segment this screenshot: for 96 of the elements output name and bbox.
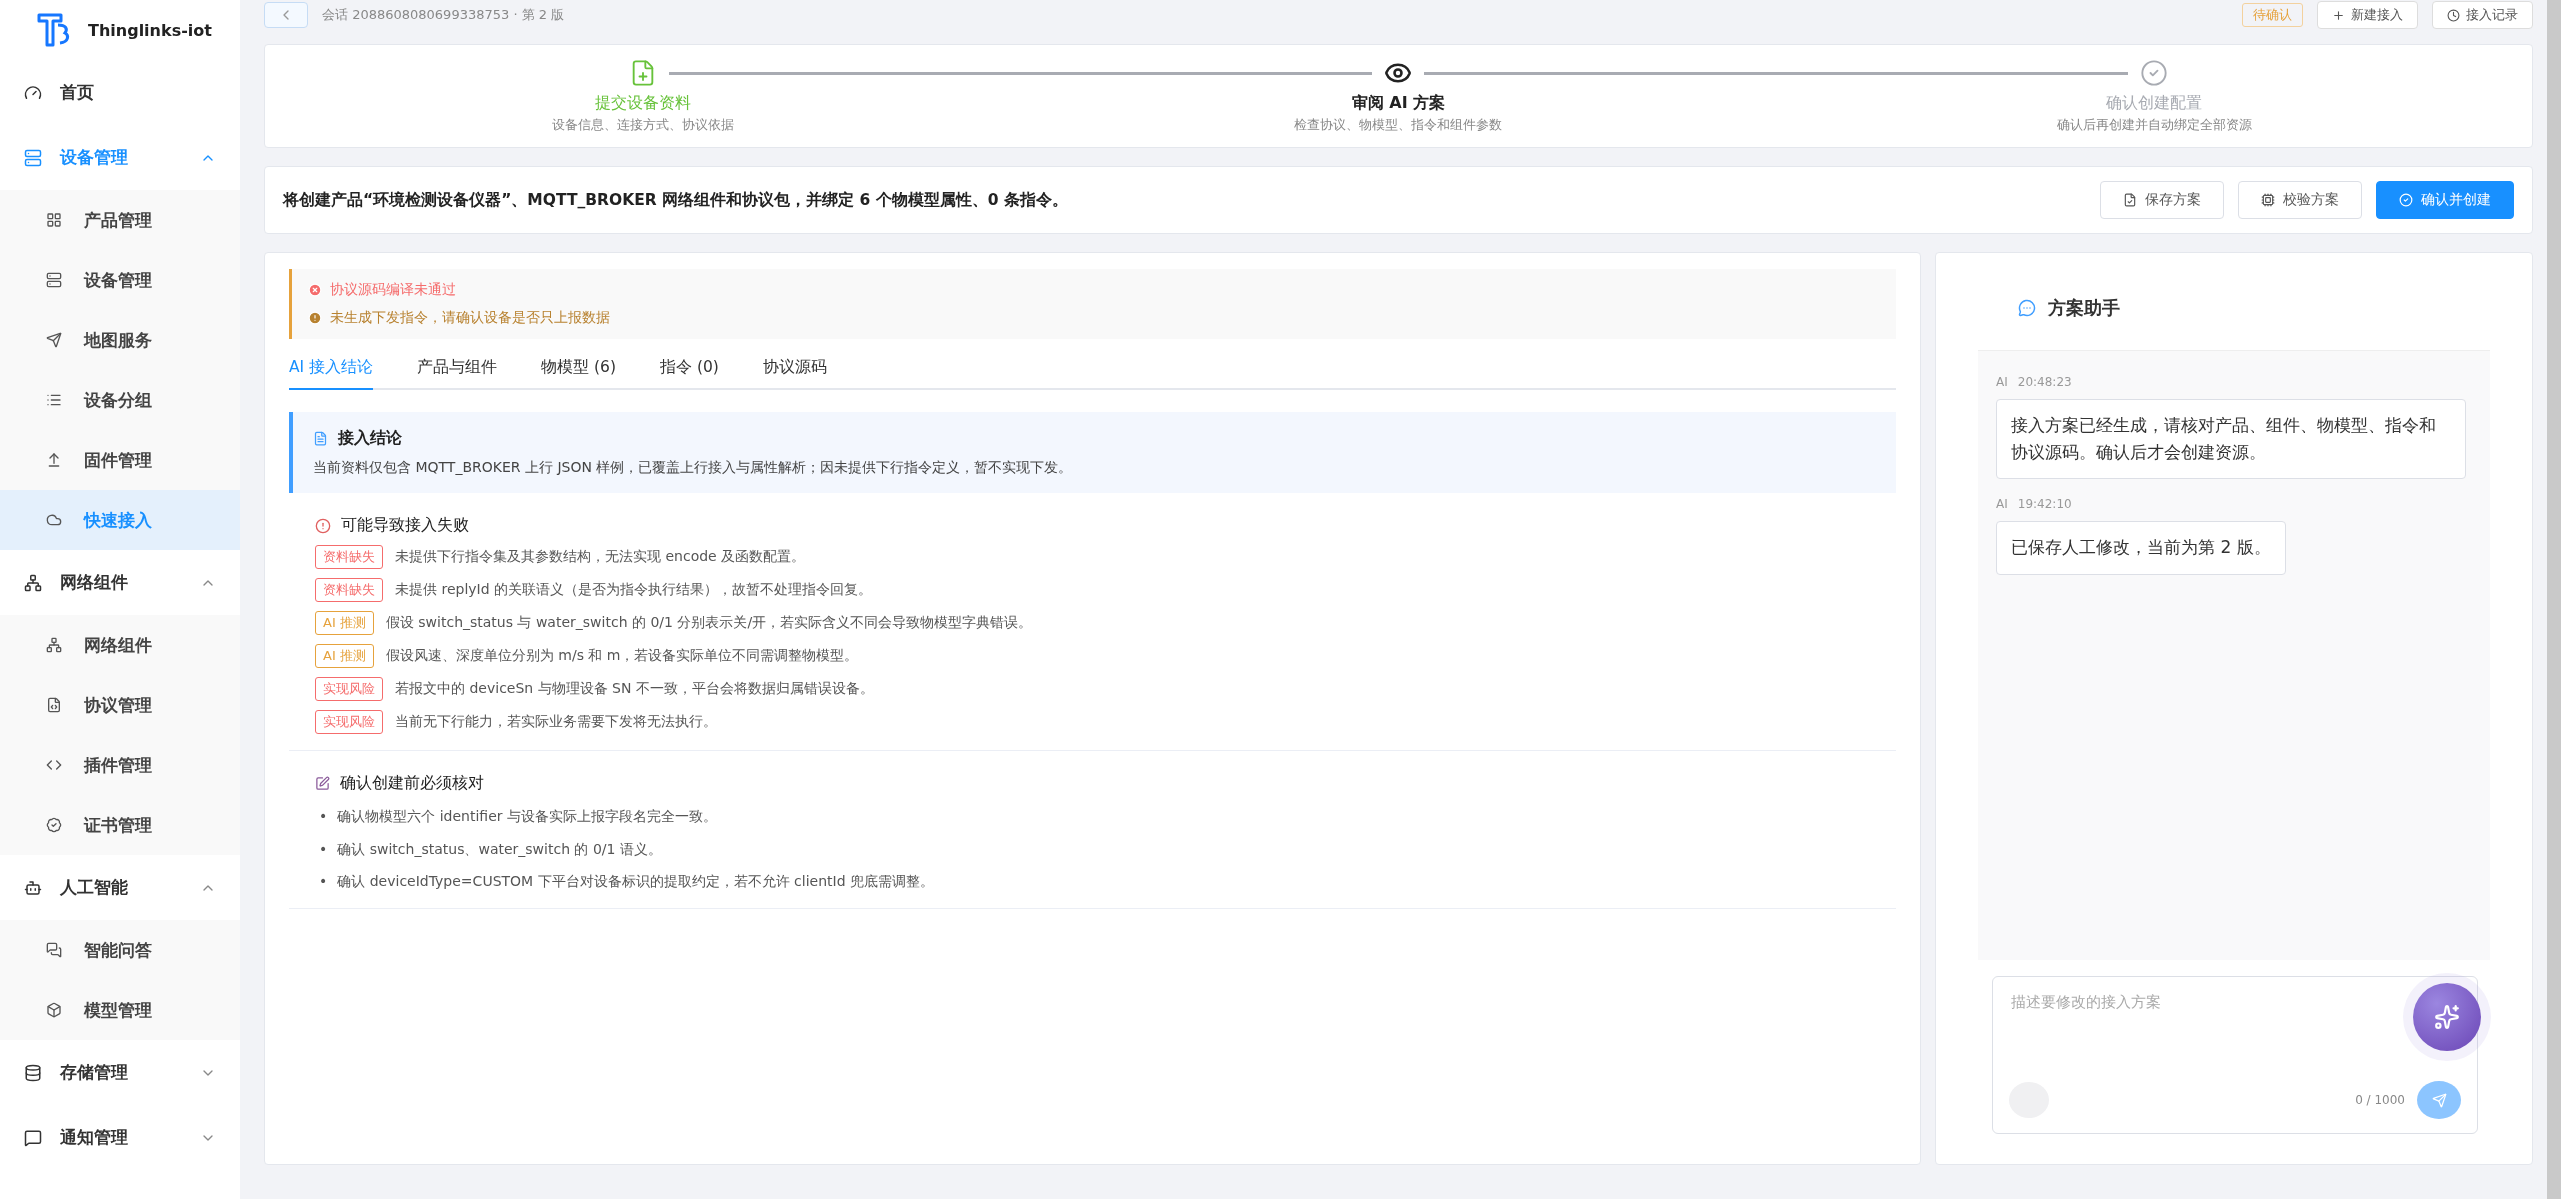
menu-icon bbox=[46, 757, 62, 773]
risk-tag: 资料缺失 bbox=[315, 578, 383, 602]
conclusion-text: 当前资料仅包含 MQTT_BROKER 上行 JSON 样例，已覆盖上行接入与属性解析；因未提供下行指令定义，暂不实现下发。 bbox=[313, 459, 1074, 477]
section-title: 接入结论 bbox=[338, 428, 402, 449]
section-title: 确认创建前必须核对 bbox=[340, 773, 484, 794]
risk-text: 假设 switch_status 与 water_switch 的 0/1 分别表示关/开，若实际含义不同会导致物模型字典错误。 bbox=[385, 614, 1033, 632]
sidebar-item[interactable]: 协议管理 bbox=[0, 675, 240, 735]
tab[interactable]: 产品与组件 bbox=[417, 347, 498, 390]
tab[interactable]: 协议源码 bbox=[762, 347, 827, 390]
action-button[interactable]: 校验方案 bbox=[2238, 181, 2362, 219]
chat-message: 已保存人工修改，当前为第 2 版。 bbox=[1996, 521, 2286, 575]
summary-text: 将创建产品“环境检测设备仪器”、MQTT_BROKER 网络组件和协议包，并绑定 6 个物模型属性、0 条指令。 bbox=[283, 189, 1069, 211]
risk-tag: 实现风险 bbox=[315, 677, 383, 701]
warning-icon bbox=[315, 517, 331, 534]
sidebar-item[interactable]: 地图服务 bbox=[0, 310, 240, 370]
risk-tag: 实现风险 bbox=[315, 710, 383, 734]
sender-label: AI bbox=[1996, 375, 2008, 389]
risk-text: 假设风速、深度单位分别为 m/s 和 m，若设备实际单位不同需调整物模型。 bbox=[385, 647, 859, 665]
assistant-fab[interactable] bbox=[2413, 983, 2481, 1051]
sidebar-item[interactable]: 设备管理 bbox=[0, 250, 240, 310]
menu-icon bbox=[46, 817, 62, 833]
alert-text: 协议源码编译未通过 bbox=[330, 281, 456, 299]
menu-icon bbox=[46, 332, 62, 348]
session-info: 会话 2088608080699338753 · 第 2 版 bbox=[322, 6, 566, 24]
warning-icon bbox=[308, 311, 322, 325]
step-title: 确认创建配置 bbox=[2106, 92, 2203, 114]
chat-message: 接入方案已经生成，请核对产品、组件、物模型、指令和协议源码。确认后才会创建资源。 bbox=[1996, 399, 2466, 480]
sidebar-item[interactable]: 模型管理 bbox=[0, 980, 240, 1040]
clock-icon bbox=[2447, 8, 2460, 22]
sidebar-item[interactable]: 智能问答 bbox=[0, 920, 240, 980]
risk-tag: 资料缺失 bbox=[315, 545, 383, 569]
sidebar-item[interactable]: 证书管理 bbox=[0, 795, 240, 855]
bullet-mark: • bbox=[319, 839, 328, 859]
send-button[interactable] bbox=[2417, 1081, 2461, 1119]
menu-icon bbox=[46, 637, 62, 653]
risk-tag: AI 推测 bbox=[315, 644, 374, 668]
risk-tag: AI 推测 bbox=[315, 611, 374, 635]
history-button[interactable]: 接入记录 bbox=[2432, 1, 2533, 29]
menu-icon bbox=[46, 392, 62, 408]
sidebar-item[interactable]: 产品管理 bbox=[0, 190, 240, 250]
plus-icon bbox=[2332, 8, 2345, 22]
new-button[interactable]: 新建接入 bbox=[2317, 1, 2418, 29]
checklist-item: 确认 switch_status、water_switch 的 0/1 语义。 bbox=[337, 839, 662, 859]
bullet-mark: • bbox=[319, 807, 328, 826]
check-circle-icon bbox=[2399, 193, 2413, 207]
menu-icon bbox=[46, 452, 62, 468]
menu-icon bbox=[46, 697, 62, 713]
menu-icon bbox=[46, 942, 62, 958]
char-counter: 0 / 1000 bbox=[2355, 1093, 2405, 1107]
send-icon bbox=[2431, 1092, 2447, 1108]
step-subtitle: 确认后再创建并自动绑定全部资源 bbox=[2056, 115, 2252, 134]
checklist-item: 确认 deviceIdType=CUSTOM 下平台对设备标识的提取约定，若不允许 clientId 兜底需调整。 bbox=[337, 872, 934, 892]
error-icon bbox=[308, 283, 322, 297]
dashboard-icon bbox=[24, 83, 42, 102]
menu-icon bbox=[46, 272, 62, 288]
panel-title: 方案助手 bbox=[2048, 295, 2120, 320]
menu-icon bbox=[46, 512, 62, 528]
sidebar-item[interactable]: 网络组件 bbox=[0, 615, 240, 675]
edit-icon bbox=[315, 776, 330, 791]
back-button[interactable] bbox=[264, 2, 308, 28]
menu-icon bbox=[24, 573, 42, 592]
chip-icon bbox=[2261, 193, 2275, 207]
bullet-mark: • bbox=[319, 872, 328, 892]
sidebar-item[interactable]: 固件管理 bbox=[0, 430, 240, 490]
menu-icon bbox=[24, 1128, 42, 1147]
sender-label: AI bbox=[1996, 497, 2008, 512]
menu-icon bbox=[24, 148, 42, 167]
file-check-icon bbox=[2123, 193, 2137, 207]
brand-name: Thinglinks-iot bbox=[88, 20, 212, 40]
menu-icon bbox=[46, 212, 62, 228]
section-title: 可能导致接入失败 bbox=[341, 515, 469, 536]
sidebar-item[interactable]: 插件管理 bbox=[0, 735, 240, 795]
message-time: 20:48:23 bbox=[2017, 375, 2072, 389]
alert-text: 未生成下发指令，请确认设备是否只上报数据 bbox=[330, 309, 610, 327]
step-subtitle: 检查协议、物模型、指令和组件参数 bbox=[1294, 115, 1503, 134]
tab[interactable]: 物模型 (6) bbox=[541, 347, 616, 390]
step-title: 提交设备资料 bbox=[594, 92, 691, 114]
menu-icon bbox=[46, 1002, 62, 1018]
tab[interactable]: 指令 (0) bbox=[660, 347, 719, 390]
step-subtitle: 设备信息、连接方式、协议依据 bbox=[551, 115, 734, 134]
risk-text: 当前无下行能力，若实际业务需要下发将无法执行。 bbox=[395, 713, 717, 731]
sidebar-item[interactable]: 设备分组 bbox=[0, 370, 240, 430]
step-title: 审阅 AI 方案 bbox=[1351, 92, 1446, 114]
sparkle-icon bbox=[2434, 1004, 2460, 1030]
chat-icon bbox=[2018, 298, 2036, 317]
status-tag: 待确认 bbox=[2242, 3, 2303, 27]
menu-icon bbox=[24, 878, 42, 897]
document-icon bbox=[313, 431, 328, 446]
action-button[interactable]: 保存方案 bbox=[2100, 181, 2224, 219]
logo-icon bbox=[36, 11, 72, 49]
risk-text: 若报文中的 deviceSn 与物理设备 SN 不一致，平台会将数据归属错误设备。 bbox=[395, 680, 874, 698]
risk-text: 未提供 replyId 的关联语义（是否为指令执行结果），故暂不处理指令回复。 bbox=[395, 581, 873, 599]
checklist-item: 确认物模型六个 identifier 与设备实际上报字段名完全一致。 bbox=[337, 807, 717, 826]
message-time: 19:42:10 bbox=[2017, 497, 2072, 512]
risk-text: 未提供下行指令集及其参数结构，无法实现 encode 及函数配置。 bbox=[395, 548, 806, 566]
menu-icon bbox=[24, 1063, 42, 1082]
